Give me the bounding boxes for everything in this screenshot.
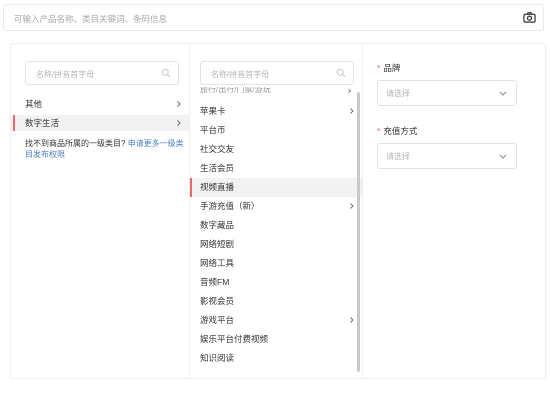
scrolled-cut-item: 旅行/出行/门票/游玩 xyxy=(200,87,271,94)
category-item-video-membership[interactable]: 影视会员 xyxy=(190,292,362,311)
second-level-search[interactable] xyxy=(200,61,354,85)
category-item-game-platform[interactable]: 游戏平台 xyxy=(190,311,362,330)
category-item-label: 网络短剧 xyxy=(200,239,235,249)
chevron-right-icon xyxy=(350,203,354,209)
chevron-down-icon xyxy=(499,91,507,96)
category-item-label: 音频FM xyxy=(200,277,230,287)
category-item-video-live[interactable]: 视频直播 xyxy=(190,178,362,197)
recharge-method-label-text: 充值方式 xyxy=(383,126,418,136)
category-item-label: 手游充值（新） xyxy=(200,201,260,211)
category-item-label: 影视会员 xyxy=(200,296,235,306)
category-item-label: 社交交友 xyxy=(200,144,235,154)
category-item-label: 生活会员 xyxy=(200,163,235,173)
category-item-label: 平台币 xyxy=(200,125,226,135)
search-icon xyxy=(161,68,171,78)
category-item-label: 网络工具 xyxy=(200,258,235,268)
category-item-apple-card[interactable]: 苹果卡 xyxy=(190,102,362,121)
chevron-right-icon xyxy=(348,89,352,93)
category-item-mobile-game-topup[interactable]: 手游充值（新） xyxy=(190,197,362,216)
category-item-label: 游戏平台 xyxy=(200,315,235,325)
brand-select-placeholder: 请选择 xyxy=(386,89,410,98)
chevron-right-icon xyxy=(350,108,354,114)
category-item-label: 数字藏品 xyxy=(200,220,235,230)
category-item-network-tools[interactable]: 网络工具 xyxy=(190,254,362,273)
scrollbar[interactable] xyxy=(357,92,360,372)
category-item-life-membership[interactable]: 生活会员 xyxy=(190,159,362,178)
chevron-right-icon xyxy=(177,101,181,107)
category-item-audio-fm[interactable]: 音频FM xyxy=(190,273,362,292)
category-item-label: 娱乐平台付费视频 xyxy=(200,334,269,344)
category-not-found-note: 找不到商品所属的一级类目? 申请更多一级类目发布权限 xyxy=(25,138,185,160)
category-item-label: 知识阅读 xyxy=(200,353,235,363)
category-item-paid-video[interactable]: 娱乐平台付费视频 xyxy=(190,330,362,349)
recharge-method-select[interactable]: 请选择 xyxy=(377,143,517,169)
brand-label-text: 品牌 xyxy=(383,63,401,73)
second-level-category-list[interactable]: 旅行/出行/门票/游玩 苹果卡 平台币 社交交友 生活会员 视频直播 手游充值（… xyxy=(190,87,362,377)
camera-icon[interactable] xyxy=(523,11,536,24)
category-item-knowledge-reading[interactable]: 知识阅读 xyxy=(190,349,362,368)
brand-select[interactable]: 请选择 xyxy=(377,80,517,106)
recharge-method-label: * 充值方式 xyxy=(377,126,418,136)
category-item-digital-life[interactable]: 数字生活 xyxy=(11,115,189,131)
first-level-search[interactable] xyxy=(25,61,179,85)
chevron-right-icon xyxy=(177,120,181,126)
first-level-search-input[interactable] xyxy=(34,67,158,82)
attributes-column: * 品牌 请选择 * 充值方式 请选择 xyxy=(363,44,547,378)
category-item-digital-collectibles[interactable]: 数字藏品 xyxy=(190,216,362,235)
first-level-category-column: 其他 数字生活 找不到商品所属的一级类目? 申请更多一级类目发布权限 xyxy=(11,44,189,378)
category-selector-panel: 其他 数字生活 找不到商品所属的一级类目? 申请更多一级类目发布权限 旅行/出行… xyxy=(10,43,546,379)
product-search-bar[interactable] xyxy=(3,4,544,31)
not-found-text: 找不到商品所属的一级类目? xyxy=(25,139,126,148)
category-item-web-short-drama[interactable]: 网络短剧 xyxy=(190,235,362,254)
category-item-label: 苹果卡 xyxy=(200,106,226,116)
chevron-right-icon xyxy=(350,317,354,323)
second-level-search-input[interactable] xyxy=(209,67,333,82)
chevron-down-icon xyxy=(499,154,507,159)
category-item-platform-coin[interactable]: 平台币 xyxy=(190,121,362,140)
category-item-label: 视频直播 xyxy=(200,182,235,192)
category-item-label: 其他 xyxy=(25,99,43,109)
product-search-input[interactable] xyxy=(12,10,516,28)
search-icon xyxy=(336,68,346,78)
category-item-label: 数字生活 xyxy=(25,118,60,128)
brand-label: * 品牌 xyxy=(377,63,401,73)
second-level-category-column: 旅行/出行/门票/游玩 苹果卡 平台币 社交交友 生活会员 视频直播 手游充值（… xyxy=(189,44,363,378)
category-item-other[interactable]: 其他 xyxy=(11,96,189,112)
recharge-method-placeholder: 请选择 xyxy=(386,152,410,161)
category-item-social[interactable]: 社交交友 xyxy=(190,140,362,159)
